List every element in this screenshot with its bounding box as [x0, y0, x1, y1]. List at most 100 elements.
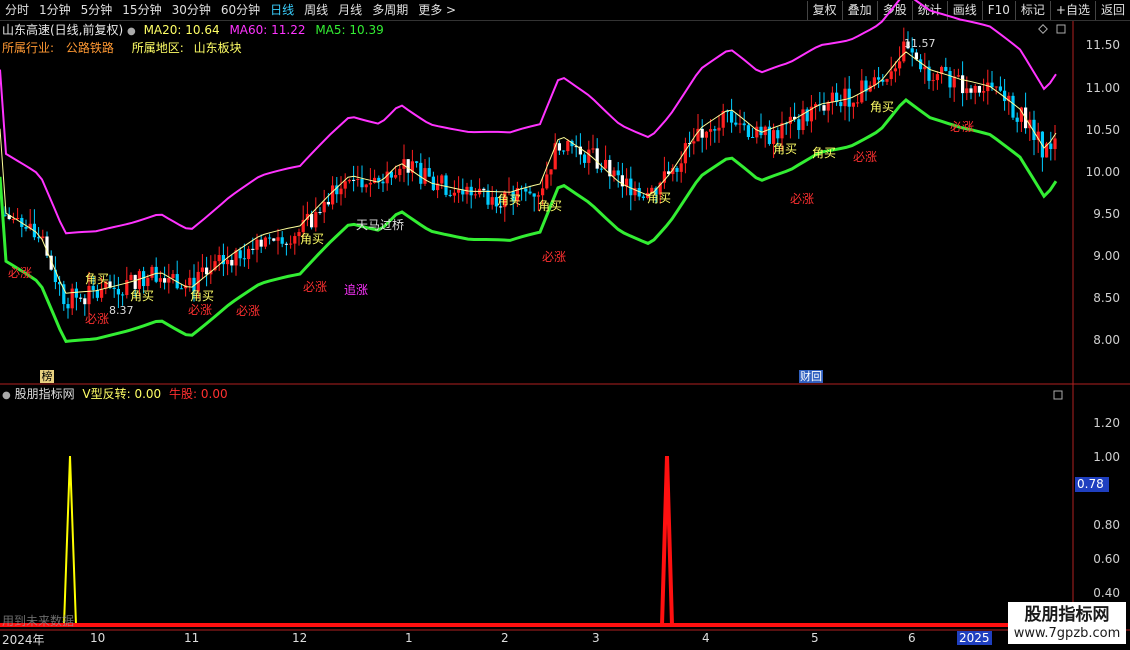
candle-body	[570, 140, 574, 147]
date-tick: 1	[405, 631, 413, 645]
ind-tick: 1.00	[1093, 450, 1120, 464]
candle-body	[583, 154, 587, 163]
candle-body	[3, 214, 7, 216]
candle-body	[125, 280, 129, 296]
low-price-label: 8.37	[109, 304, 134, 317]
candle-body	[352, 179, 356, 181]
price-tick: 8.50	[1093, 291, 1120, 305]
candle-body	[268, 237, 272, 239]
candle-body	[793, 116, 797, 120]
candle-body	[809, 106, 813, 122]
candle-body	[121, 294, 125, 296]
candle-body	[238, 250, 242, 259]
tab-daily[interactable]: 日线	[265, 0, 299, 20]
back-button[interactable]: 返回	[1094, 1, 1130, 20]
candle-body	[780, 123, 784, 139]
candle-body	[66, 304, 70, 309]
indicator-name[interactable]: 股朋指标网	[15, 387, 75, 401]
candle-body	[671, 168, 675, 175]
candle-body	[969, 88, 973, 93]
candle-body	[377, 177, 381, 182]
f10-button[interactable]: F10	[981, 1, 1015, 20]
tab-60min[interactable]: 60分钟	[216, 0, 265, 20]
candle-body	[914, 52, 918, 60]
kline-chart	[0, 0, 1130, 631]
stock-title[interactable]: 山东高速(日线,前复权)	[2, 23, 123, 37]
candle-body	[973, 85, 977, 93]
jiaomai-signal: 角买	[538, 199, 563, 213]
tab-monthly[interactable]: 月线	[333, 0, 367, 20]
region-value[interactable]: 山东板块	[194, 41, 242, 55]
dropdown-icon[interactable]: ●	[127, 26, 136, 37]
fuquan-button[interactable]: 复权	[806, 1, 842, 20]
candle-body	[129, 274, 133, 281]
tab-multi-period[interactable]: 多周期	[367, 0, 413, 20]
cursor-value-box: 0.78	[1075, 477, 1109, 492]
bang-badge[interactable]: 榜	[40, 370, 54, 383]
price-tick: 10.50	[1085, 123, 1120, 137]
tab-fenshi[interactable]: 分时	[0, 0, 34, 20]
watermark-title: 股朋指标网	[1024, 605, 1110, 625]
tab-weekly[interactable]: 周线	[299, 0, 333, 20]
candle-body	[919, 59, 923, 70]
candle-body	[347, 179, 351, 182]
v-reversal-spike	[63, 455, 77, 626]
date-tick: 2	[501, 631, 509, 645]
ma5-label: MA5: 10.39	[315, 23, 384, 37]
site-watermark: 股朋指标网 www.7gpzb.com	[1008, 602, 1126, 644]
stats-button[interactable]: 统计	[911, 1, 947, 20]
jiaomai-signal: 角买	[130, 289, 155, 303]
overlay-button[interactable]: 叠加	[841, 1, 877, 20]
candle-body	[927, 66, 931, 81]
industry-key: 所属行业:	[2, 41, 55, 55]
candle-body	[553, 143, 557, 170]
bizhang-signal: 必涨	[303, 280, 328, 294]
candle-body	[100, 288, 104, 298]
candle-body	[641, 196, 645, 198]
candle-body	[276, 237, 280, 241]
candle-body	[331, 185, 335, 205]
candle-body	[70, 288, 74, 309]
candle-body	[448, 194, 452, 196]
draw-line-button[interactable]: 画线	[946, 1, 982, 20]
candle-body	[335, 185, 339, 195]
candle-body	[482, 188, 486, 191]
add-watchlist-button[interactable]: +自选	[1049, 1, 1095, 20]
candle-body	[1053, 138, 1057, 150]
candle-body	[310, 213, 314, 228]
candle-body	[1049, 143, 1053, 150]
multi-stock-button[interactable]: 多股	[876, 1, 912, 20]
tab-1min[interactable]: 1分钟	[34, 0, 76, 20]
indicator-menu-icon[interactable]: ●	[2, 390, 11, 401]
candle-body	[830, 92, 834, 103]
candle-body	[843, 88, 847, 107]
price-tick: 11.00	[1085, 81, 1120, 95]
candle-body	[574, 146, 578, 148]
candle-body	[931, 80, 935, 82]
date-tick: 12	[292, 631, 308, 645]
price-tick: 8.00	[1093, 333, 1120, 347]
mark-button[interactable]: 标记	[1014, 1, 1050, 20]
candle-body	[847, 88, 851, 107]
tab-15min[interactable]: 15分钟	[117, 0, 166, 20]
candle-body	[1045, 143, 1049, 158]
candle-body	[1024, 107, 1028, 129]
tab-5min[interactable]: 5分钟	[76, 0, 118, 20]
tab-30min[interactable]: 30分钟	[167, 0, 216, 20]
candle-body	[305, 213, 309, 220]
candle-body	[578, 146, 582, 155]
candle-body	[633, 188, 637, 196]
tab-more[interactable]: 更多 >	[413, 0, 461, 20]
candle-body	[402, 159, 406, 169]
candle-body	[364, 184, 368, 188]
candle-body	[7, 215, 11, 220]
candle-body	[478, 188, 482, 195]
industry-value[interactable]: 公路铁路	[66, 41, 114, 55]
candle-body	[356, 178, 360, 180]
caihui-badge[interactable]: 财回	[799, 370, 823, 383]
candle-body	[368, 182, 372, 185]
candle-body	[293, 236, 297, 244]
candle-body	[948, 71, 952, 88]
candle-body	[608, 159, 612, 177]
price-tick: 10.00	[1085, 165, 1120, 179]
